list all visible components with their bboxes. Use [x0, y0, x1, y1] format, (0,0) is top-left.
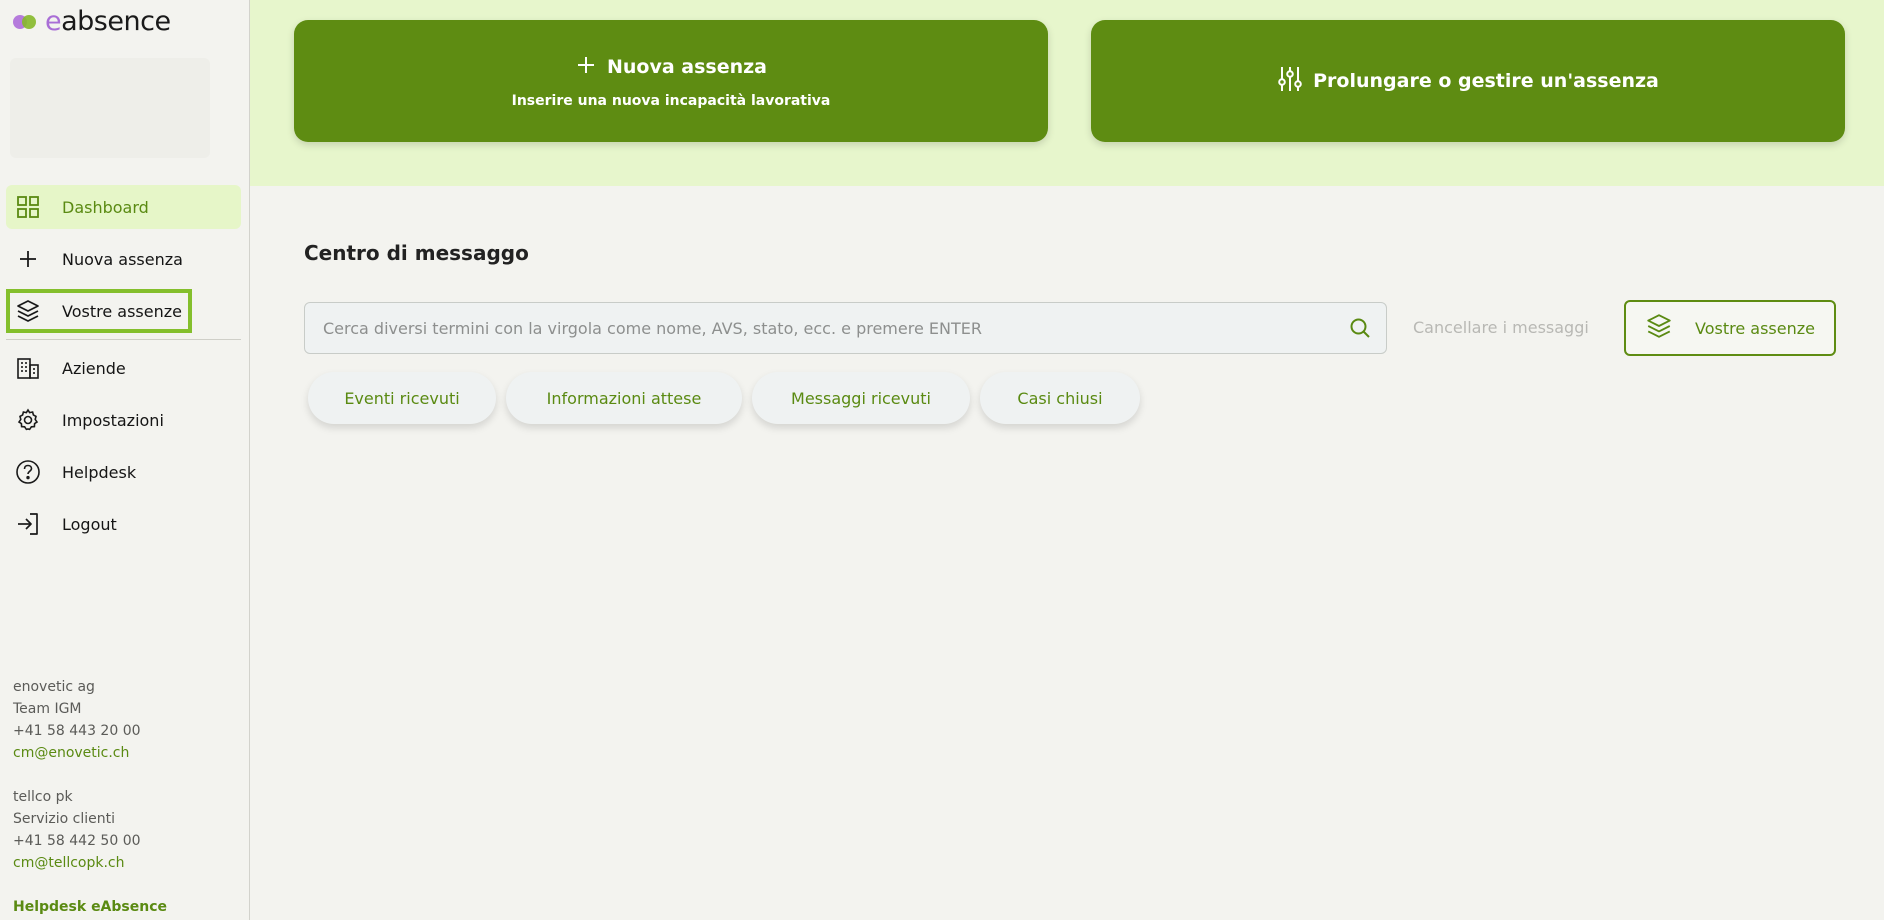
grid-icon — [14, 193, 42, 221]
sidebar-nav: Dashboard Nuova assenza Vostre assenze A… — [0, 185, 250, 546]
chip-closed-cases[interactable]: Casi chiusi — [980, 372, 1140, 424]
manage-absence-title: Prolungare o gestire un'assenza — [1313, 70, 1659, 92]
message-center-title: Centro di messaggo — [304, 241, 529, 265]
sliders-icon — [1277, 65, 1303, 98]
logout-icon — [14, 510, 42, 538]
sidebar-item-helpdesk[interactable]: Helpdesk — [6, 450, 241, 494]
helpdesk-link[interactable]: Helpdesk eAbsence — [13, 896, 233, 918]
sidebar-item-label: Vostre assenze — [62, 301, 182, 321]
hero-actions: Nuova assenza Inserire una nuova incapac… — [250, 0, 1884, 186]
contact-block-enovetic: enovetic ag Team IGM +41 58 443 20 00 cm… — [13, 676, 233, 764]
contact-block-tellco: tellco pk Servizio clienti +41 58 442 50… — [13, 786, 233, 874]
manage-absence-button[interactable]: Prolungare o gestire un'assenza — [1091, 20, 1845, 142]
sidebar-item-label: Helpdesk — [62, 462, 137, 482]
clear-messages-button[interactable]: Cancellare i messaggi — [1413, 318, 1589, 337]
new-absence-title: Nuova assenza — [606, 56, 768, 78]
plus-icon — [575, 54, 597, 81]
chip-received-events[interactable]: Eventi ricevuti — [308, 372, 496, 424]
sidebar-item-new-absence[interactable]: Nuova assenza — [6, 237, 241, 281]
sidebar-item-logout[interactable]: Logout — [6, 502, 241, 546]
logo-text: eabsence — [45, 5, 171, 37]
contact-team: Team IGM — [13, 701, 82, 717]
contact-phone: +41 58 443 20 00 — [13, 723, 141, 739]
layers-icon — [1645, 312, 1673, 344]
new-absence-subtitle: Inserire una nuova incapacità lavorativa — [511, 92, 831, 109]
contact-phone: +41 58 442 50 00 — [13, 833, 141, 849]
app-root: eabsence Dashboard Nuova assenza Vostre … — [0, 0, 1884, 920]
sidebar-item-your-absences[interactable]: Vostre assenze — [6, 289, 192, 333]
sidebar-item-dashboard[interactable]: Dashboard — [6, 185, 241, 229]
message-filter-chips: Eventi ricevuti Informazioni attese Mess… — [308, 372, 1140, 424]
search-input[interactable] — [305, 303, 1334, 353]
chip-received-messages[interactable]: Messaggi ricevuti — [752, 372, 970, 424]
your-absences-label: Vostre assenze — [1695, 318, 1815, 338]
contact-team: Servizio clienti — [13, 811, 116, 827]
your-absences-button[interactable]: Vostre assenze — [1624, 300, 1836, 356]
contact-company: enovetic ag — [13, 679, 95, 695]
message-search — [304, 302, 1387, 354]
logo-mark-icon — [13, 13, 39, 29]
contact-email-link[interactable]: cm@tellcopk.ch — [13, 852, 233, 874]
company-logo-area — [10, 58, 210, 158]
sidebar-item-label: Impostazioni — [62, 410, 164, 430]
sidebar-item-label: Nuova assenza — [62, 249, 183, 269]
new-absence-button[interactable]: Nuova assenza Inserire una nuova incapac… — [294, 20, 1048, 142]
sidebar-item-settings[interactable]: Impostazioni — [6, 398, 241, 442]
plus-icon — [14, 245, 42, 273]
gear-icon — [14, 406, 42, 434]
building-icon — [14, 354, 42, 382]
contact-company: tellco pk — [13, 789, 73, 805]
chip-awaited-information[interactable]: Informazioni attese — [506, 372, 742, 424]
sidebar-item-label: Logout — [62, 514, 117, 534]
sidebar-divider — [6, 339, 241, 340]
sidebar: eabsence Dashboard Nuova assenza Vostre … — [0, 0, 250, 920]
layers-icon — [14, 297, 42, 325]
contact-email-link[interactable]: cm@enovetic.ch — [13, 742, 233, 764]
question-icon — [14, 458, 42, 486]
sidebar-item-companies[interactable]: Aziende — [6, 346, 241, 390]
main-content: Nuova assenza Inserire una nuova incapac… — [250, 0, 1884, 920]
eabsence-logo[interactable]: eabsence — [13, 5, 171, 37]
contact-info: enovetic ag Team IGM +41 58 443 20 00 cm… — [13, 676, 233, 918]
sidebar-item-label: Aziende — [62, 358, 126, 378]
search-icon[interactable] — [1334, 302, 1386, 354]
sidebar-item-label: Dashboard — [62, 197, 149, 217]
